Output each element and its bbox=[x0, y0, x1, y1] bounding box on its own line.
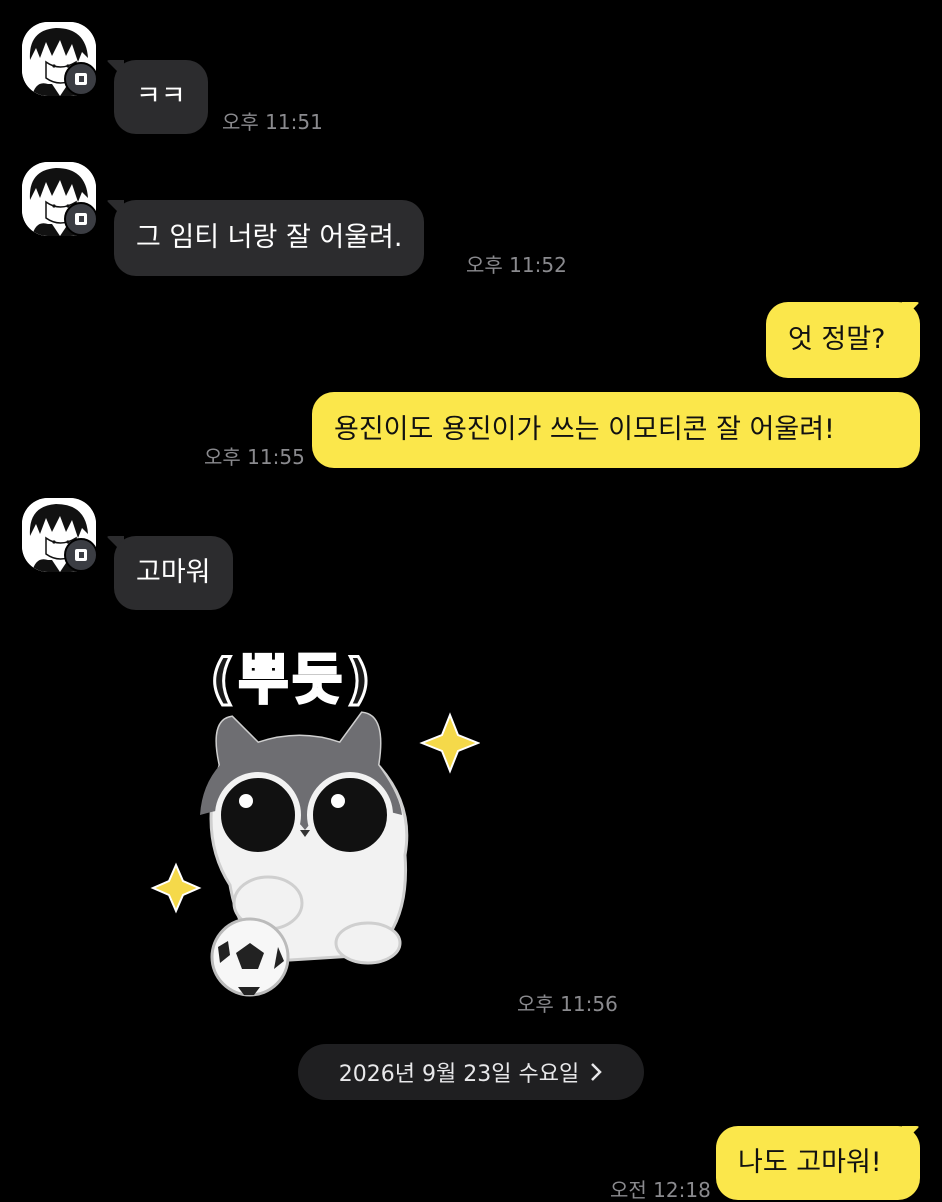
cat-with-soccer-ball-sticker[interactable]: (뿌듯) bbox=[150, 625, 481, 1000]
app-badge-icon bbox=[64, 202, 98, 236]
date-divider[interactable]: 2026년 9월 23일 수요일 bbox=[298, 1044, 644, 1100]
message-timestamp: 오후 11:51 bbox=[222, 110, 323, 134]
message-timestamp: 오전 12:18 bbox=[610, 1178, 711, 1202]
sticker-caption: (뿌듯) bbox=[209, 647, 375, 713]
message-timestamp: 오후 11:55 bbox=[204, 445, 305, 469]
message-text: 나도 고마워! bbox=[738, 1147, 882, 1178]
message-bubble-incoming[interactable]: 그 임티 너랑 잘 어울려. bbox=[114, 200, 425, 276]
chevron-right-icon bbox=[591, 1063, 602, 1081]
message-timestamp: 오후 11:52 bbox=[466, 253, 567, 277]
message-text: 엇 정말? bbox=[788, 324, 886, 355]
message-bubble-outgoing[interactable]: 용진이도 용진이가 쓰는 이모티콘 잘 어울려! bbox=[312, 392, 920, 468]
date-divider-label: 2026년 9월 23일 수요일 bbox=[338, 1062, 580, 1087]
message-bubble-outgoing[interactable]: 나도 고마워! bbox=[716, 1126, 920, 1200]
message-text: ㅋㅋ bbox=[136, 81, 186, 112]
message-bubble-incoming[interactable]: ㅋㅋ bbox=[114, 60, 208, 134]
message-bubble-incoming[interactable]: 고마워 bbox=[114, 536, 233, 610]
message-timestamp: 오후 11:56 bbox=[517, 992, 618, 1016]
message-text: 그 임티 너랑 잘 어울려. bbox=[136, 222, 403, 253]
message-bubble-outgoing[interactable]: 엇 정말? bbox=[766, 302, 920, 378]
message-text: 고마워 bbox=[136, 557, 211, 588]
app-badge-icon bbox=[64, 62, 98, 96]
app-badge-icon bbox=[64, 538, 98, 572]
message-text: 용진이도 용진이가 쓰는 이모티콘 잘 어울려! bbox=[334, 414, 835, 445]
